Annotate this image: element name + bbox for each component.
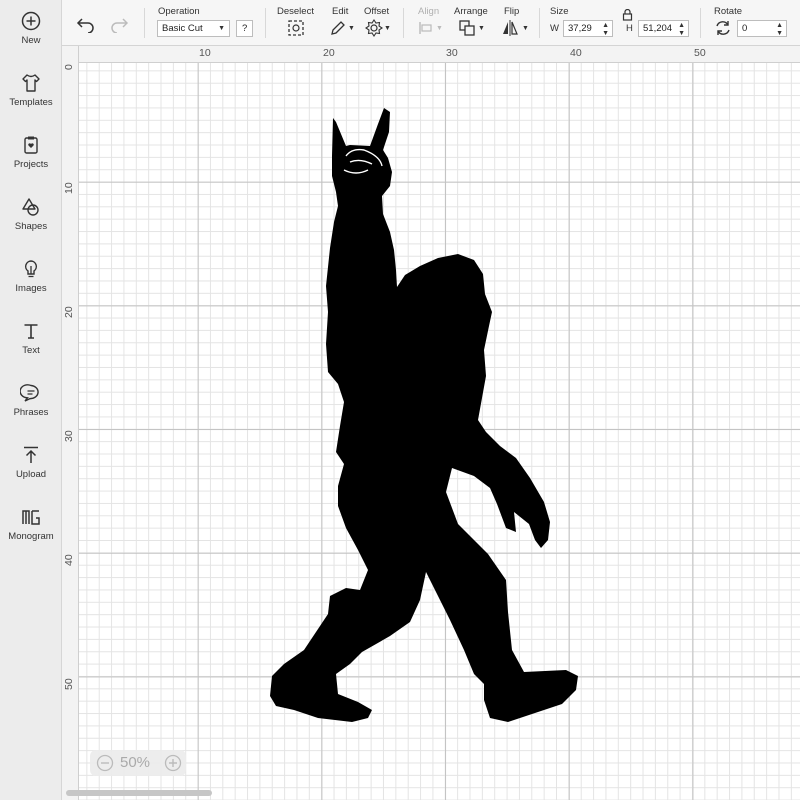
toolbar-divider bbox=[144, 8, 145, 38]
sidebar-item-label: Templates bbox=[9, 97, 53, 108]
sidebar-item-upload[interactable]: Upload bbox=[0, 444, 62, 500]
plus-circle-icon bbox=[21, 11, 41, 31]
ruler-label: 30 bbox=[446, 47, 458, 59]
design-canvas[interactable] bbox=[79, 63, 800, 800]
chevron-down-icon: ▼ bbox=[478, 25, 485, 32]
stepper-down-icon[interactable]: ▼ bbox=[678, 26, 685, 41]
rotate-icon[interactable] bbox=[714, 19, 732, 37]
zoom-level: 50% bbox=[120, 754, 151, 771]
sidebar-item-new[interactable]: New bbox=[0, 10, 62, 66]
operation-value: Basic Cut bbox=[162, 23, 203, 34]
chevron-down-icon: ▼ bbox=[384, 25, 391, 32]
chevron-down-icon: ▼ bbox=[348, 25, 355, 32]
sidebar-item-shapes[interactable]: Shapes bbox=[0, 196, 62, 252]
deselect-icon[interactable] bbox=[287, 19, 305, 37]
stepper-down-icon[interactable]: ▼ bbox=[776, 26, 783, 41]
left-sidebar: New Templates Projects Shapes Images Tex… bbox=[0, 0, 62, 800]
sidebar-item-phrases[interactable]: Phrases bbox=[0, 382, 62, 438]
sidebar-item-label: Images bbox=[15, 283, 47, 294]
operation-select[interactable]: Basic Cut ▼ bbox=[157, 20, 230, 37]
width-label: W bbox=[550, 23, 559, 34]
flip-label: Flip bbox=[504, 6, 520, 17]
ruler-label: 30 bbox=[63, 430, 75, 442]
ruler-label: 10 bbox=[63, 182, 75, 194]
rotate-label: Rotate bbox=[714, 6, 742, 17]
zoom-out-icon[interactable] bbox=[96, 754, 114, 772]
rotate-value: 0 bbox=[742, 23, 748, 34]
sidebar-item-label: Projects bbox=[13, 159, 49, 170]
ruler-horizontal: 10 20 30 40 50 bbox=[62, 46, 800, 63]
sidebar-item-label: New bbox=[21, 35, 41, 46]
redo-icon[interactable] bbox=[109, 15, 129, 33]
align-icon[interactable] bbox=[417, 19, 435, 37]
operation-label: Operation bbox=[158, 6, 200, 17]
sidebar-item-text[interactable]: Text bbox=[0, 320, 62, 376]
horizontal-scrollbar[interactable] bbox=[66, 790, 212, 796]
ruler-label: 50 bbox=[694, 47, 706, 59]
offset-label: Offset bbox=[364, 6, 390, 17]
width-value: 37,29 bbox=[568, 23, 592, 34]
ruler-label: 40 bbox=[570, 47, 582, 59]
sidebar-item-label: Monogram bbox=[8, 531, 54, 542]
speech-bubble-icon bbox=[20, 384, 39, 402]
top-toolbar: Operation Basic Cut ▼ ? Deselect Edit ▼ … bbox=[62, 0, 800, 46]
pencil-icon[interactable] bbox=[329, 19, 347, 37]
height-label: H bbox=[626, 23, 633, 34]
stepper-down-icon[interactable]: ▼ bbox=[602, 26, 609, 41]
width-input[interactable]: 37,29 ▲ ▼ bbox=[563, 20, 613, 37]
sidebar-item-label: Upload bbox=[15, 469, 47, 480]
offset-icon[interactable] bbox=[365, 19, 383, 37]
sidebar-item-images[interactable]: Images bbox=[0, 258, 62, 314]
lightbulb-icon bbox=[24, 260, 38, 278]
ruler-label: 0 bbox=[63, 64, 75, 70]
toolbar-divider bbox=[265, 8, 266, 38]
ruler-label: 50 bbox=[63, 678, 75, 690]
size-label: Size bbox=[550, 6, 569, 17]
chevron-down-icon: ▼ bbox=[522, 25, 529, 32]
bigfoot-silhouette-image[interactable] bbox=[79, 63, 800, 800]
flip-icon[interactable] bbox=[500, 19, 520, 37]
clipboard-icon bbox=[24, 136, 38, 154]
lock-icon[interactable] bbox=[622, 9, 633, 21]
text-icon bbox=[24, 324, 38, 339]
rotate-input[interactable]: 0 ▲ ▼ bbox=[737, 20, 787, 37]
tshirt-icon bbox=[22, 74, 40, 92]
height-value: 51,204 bbox=[643, 23, 673, 34]
sidebar-item-templates[interactable]: Templates bbox=[0, 72, 62, 128]
ruler-label: 20 bbox=[63, 306, 75, 318]
deselect-label: Deselect bbox=[277, 6, 314, 17]
ruler-label: 10 bbox=[199, 47, 211, 59]
shapes-icon bbox=[22, 198, 39, 216]
height-input[interactable]: 51,204 ▲ ▼ bbox=[638, 20, 689, 37]
zoom-in-icon[interactable] bbox=[164, 754, 182, 772]
sidebar-item-label: Phrases bbox=[13, 407, 49, 418]
chevron-down-icon: ▼ bbox=[436, 25, 443, 32]
sidebar-item-label: Text bbox=[22, 345, 40, 356]
align-label: Align bbox=[418, 6, 440, 17]
sidebar-item-monogram[interactable]: Monogram bbox=[0, 506, 62, 562]
arrange-icon[interactable] bbox=[458, 19, 476, 37]
ruler-vertical: 0 10 20 30 40 50 bbox=[62, 46, 79, 800]
upload-icon bbox=[24, 446, 38, 463]
monogram-icon bbox=[22, 510, 40, 525]
toolbar-divider bbox=[700, 8, 701, 38]
chevron-down-icon: ▼ bbox=[218, 25, 225, 32]
help-label: ? bbox=[242, 23, 248, 34]
arrange-label: Arrange bbox=[454, 6, 488, 17]
sidebar-item-label: Shapes bbox=[14, 221, 48, 232]
sidebar-item-projects[interactable]: Projects bbox=[0, 134, 62, 190]
toolbar-divider bbox=[539, 8, 540, 38]
ruler-label: 40 bbox=[63, 554, 75, 566]
ruler-label: 20 bbox=[323, 47, 335, 59]
toolbar-divider bbox=[403, 8, 404, 38]
operation-help-button[interactable]: ? bbox=[236, 20, 253, 37]
edit-label: Edit bbox=[332, 6, 349, 17]
undo-icon[interactable] bbox=[76, 15, 96, 33]
zoom-control: 50% bbox=[90, 750, 186, 776]
